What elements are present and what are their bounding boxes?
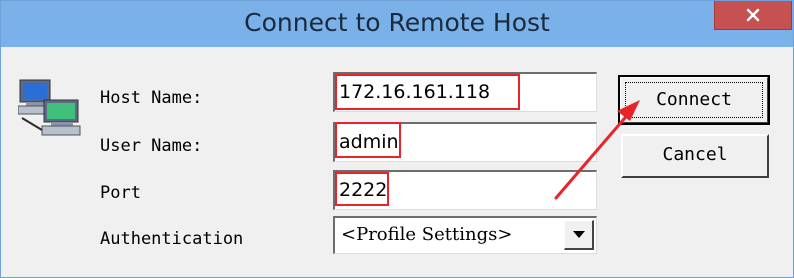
host-name-label: Host Name: (100, 88, 203, 108)
port-value: 2222 (339, 179, 388, 201)
authentication-label: Authentication (100, 229, 244, 249)
title-bar[interactable]: Connect to Remote Host (1, 1, 793, 47)
close-button[interactable] (714, 1, 792, 30)
authentication-select[interactable]: <Profile Settings> (333, 216, 597, 254)
computer-network-icon (18, 79, 81, 136)
cancel-button[interactable]: Cancel (621, 134, 769, 178)
dropdown-arrow-icon (572, 230, 585, 238)
user-name-input[interactable]: admin (333, 122, 597, 162)
host-name-value: 172.16.161.118 (339, 81, 491, 103)
port-label: Port (100, 183, 141, 203)
user-name-value: admin (339, 131, 399, 153)
dropdown-arrow-button[interactable] (564, 220, 594, 250)
close-icon (746, 8, 760, 22)
host-name-input[interactable]: 172.16.161.118 (333, 72, 597, 112)
dialog-title: Connect to Remote Host (244, 8, 550, 37)
connect-button-label: Connect (625, 82, 763, 118)
user-name-label: User Name: (100, 136, 203, 156)
authentication-value: <Profile Settings> (341, 224, 513, 245)
port-input[interactable]: 2222 (333, 170, 597, 210)
connect-button[interactable]: Connect (618, 75, 770, 125)
